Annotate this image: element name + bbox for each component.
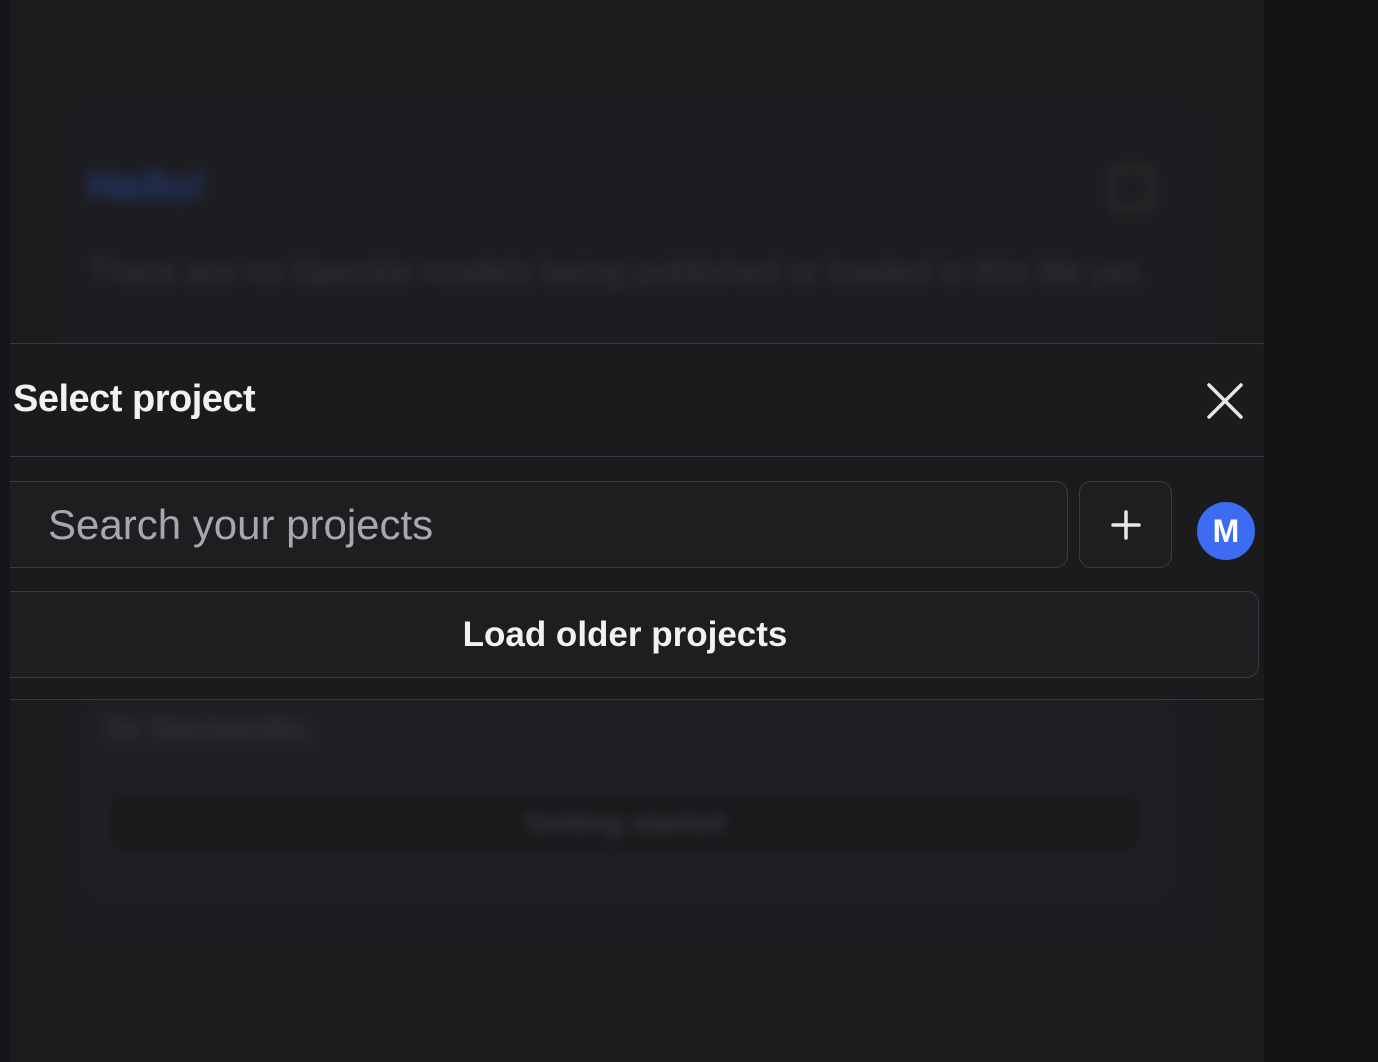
connector-card-text: for Navisworks.: [108, 712, 314, 745]
left-edge: [0, 0, 10, 1062]
close-icon: [1207, 383, 1243, 419]
dialog-header: Select project: [10, 344, 1264, 457]
welcome-description: There are no Speckle models being publis…: [88, 253, 1147, 291]
main-panel: Hello! There are no Speckle models being…: [10, 0, 1264, 1062]
user-avatar[interactable]: M: [1197, 502, 1255, 560]
greeting-heading: Hello!: [88, 162, 205, 209]
select-project-dialog: Select project Search your projects M Lo…: [10, 343, 1264, 700]
search-placeholder: Search your projects: [48, 500, 434, 548]
plus-icon: [1110, 509, 1141, 540]
getting-started-button: Getting started: [110, 795, 1140, 851]
right-strip: [1264, 0, 1378, 1062]
edit-icon: [1110, 168, 1152, 210]
load-older-projects-button[interactable]: Load older projects: [10, 591, 1259, 678]
app-root: Hello! There are no Speckle models being…: [0, 0, 1378, 1062]
add-project-button[interactable]: [1079, 481, 1172, 568]
close-button[interactable]: [1205, 381, 1245, 421]
search-input[interactable]: Search your projects: [10, 481, 1068, 568]
dialog-title: Select project: [13, 378, 256, 420]
